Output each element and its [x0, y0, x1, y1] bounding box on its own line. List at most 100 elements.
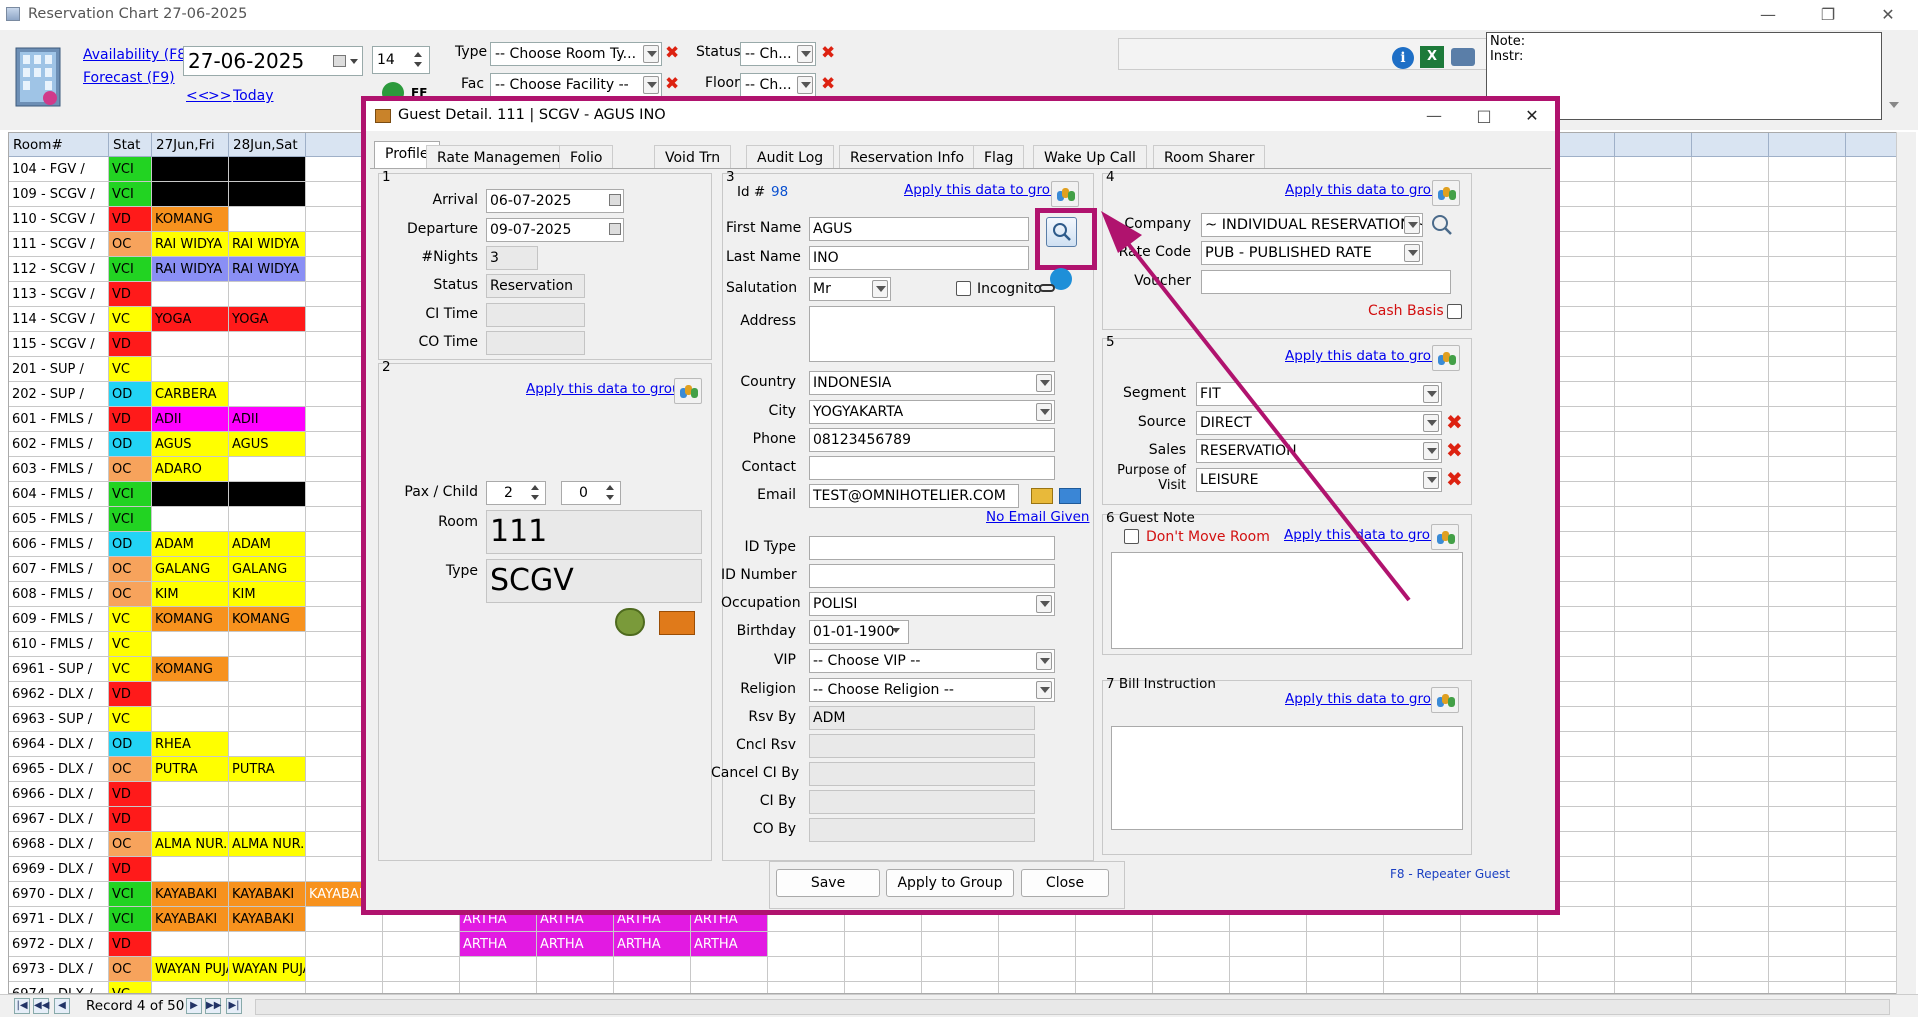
empty-cell[interactable]	[1615, 907, 1692, 932]
send-email-icon[interactable]	[1031, 488, 1053, 504]
status-cell[interactable]: OD	[109, 732, 152, 757]
room-cell[interactable]: 6968 - DLX /	[9, 832, 109, 857]
booking-cell[interactable]: KOMANG	[152, 607, 229, 632]
clear-source-icon[interactable]: ✖	[1446, 412, 1463, 432]
guest-search-button[interactable]	[1046, 217, 1077, 247]
empty-cell[interactable]	[1692, 157, 1769, 182]
empty-cell[interactable]	[1769, 207, 1846, 232]
booking-cell[interactable]	[229, 807, 306, 832]
empty-cell[interactable]	[1769, 932, 1846, 957]
empty-cell[interactable]	[1692, 357, 1769, 382]
empty-cell[interactable]	[1692, 907, 1769, 932]
empty-cell[interactable]	[691, 957, 768, 982]
empty-cell[interactable]	[1769, 857, 1846, 882]
empty-cell[interactable]	[1846, 357, 1897, 382]
contact-field[interactable]	[809, 456, 1055, 480]
empty-cell[interactable]	[1769, 882, 1846, 907]
booking-cell[interactable]	[152, 507, 229, 532]
purpose-dropdown-icon[interactable]	[1423, 471, 1439, 489]
occupation-select[interactable]: POLISI	[809, 592, 1055, 616]
room-cell[interactable]: 113 - SCGV /	[9, 282, 109, 307]
status-cell[interactable]: OC	[109, 957, 152, 982]
status-cell[interactable]: VD	[109, 857, 152, 882]
booking-cell[interactable]	[229, 657, 306, 682]
clear-floor-icon[interactable]: ✖	[821, 75, 835, 93]
occupation-dropdown-icon[interactable]	[1036, 595, 1052, 613]
booking-cell[interactable]: ADARO	[152, 457, 229, 482]
empty-cell[interactable]	[1692, 682, 1769, 707]
booking-cell[interactable]: ARTHA	[460, 932, 537, 957]
empty-cell[interactable]	[1692, 182, 1769, 207]
clear-status-icon[interactable]: ✖	[821, 44, 835, 62]
empty-cell[interactable]	[1692, 257, 1769, 282]
company-dropdown-icon[interactable]	[1404, 216, 1420, 234]
grid-header-3[interactable]: 28Jun,Sat	[229, 133, 306, 157]
empty-cell[interactable]	[1615, 182, 1692, 207]
empty-cell[interactable]	[1615, 632, 1692, 657]
status-cell[interactable]: VC	[109, 357, 152, 382]
empty-cell[interactable]	[1769, 907, 1846, 932]
apply-to-group-button[interactable]: Apply to Group	[886, 869, 1014, 897]
room-cell[interactable]: 607 - FMLS /	[9, 557, 109, 582]
empty-cell[interactable]	[1846, 382, 1897, 407]
room-cell[interactable]: 115 - SCGV /	[9, 332, 109, 357]
empty-cell[interactable]	[1615, 957, 1692, 982]
room-type-dropdown-icon[interactable]	[643, 45, 659, 63]
vip-select[interactable]: -- Choose VIP --	[809, 649, 1055, 673]
status-cell[interactable]: VC	[109, 707, 152, 732]
status-cell[interactable]: OC	[109, 832, 152, 857]
forecast-link[interactable]: Forecast (F9)	[83, 70, 175, 86]
booking-cell[interactable]	[229, 782, 306, 807]
dialog-maximize-button[interactable]: □	[1466, 103, 1502, 129]
booking-cell[interactable]	[152, 632, 229, 657]
empty-cell[interactable]	[1153, 982, 1230, 993]
booking-cell[interactable]	[152, 807, 229, 832]
booking-cell[interactable]	[152, 182, 229, 207]
booking-cell[interactable]: RAI WIDYA	[229, 232, 306, 257]
empty-cell[interactable]	[1692, 707, 1769, 732]
booking-cell[interactable]: ADII	[152, 407, 229, 432]
empty-cell[interactable]	[1692, 882, 1769, 907]
group-people-icon[interactable]	[1431, 524, 1459, 550]
booking-cell[interactable]	[229, 682, 306, 707]
empty-cell[interactable]	[383, 957, 460, 982]
booking-cell[interactable]	[152, 682, 229, 707]
group-people-icon[interactable]	[1431, 687, 1459, 713]
empty-cell[interactable]	[1846, 932, 1897, 957]
no-email-link[interactable]: No Email Given	[986, 509, 1089, 525]
section-3-apply-link[interactable]: Apply this data to group	[904, 182, 1067, 198]
booking-cell[interactable]: RAI WIDYA	[152, 257, 229, 282]
empty-cell[interactable]	[1769, 507, 1846, 532]
booking-cell[interactable]	[229, 707, 306, 732]
empty-cell[interactable]	[1692, 932, 1769, 957]
clear-purpose-icon[interactable]: ✖	[1446, 469, 1463, 489]
booking-cell[interactable]: ADAM	[152, 532, 229, 557]
empty-cell[interactable]	[614, 957, 691, 982]
booking-cell[interactable]	[229, 482, 306, 507]
status-cell[interactable]: OC	[109, 232, 152, 257]
clear-type-icon[interactable]: ✖	[665, 44, 679, 62]
room-cell[interactable]: 605 - FMLS /	[9, 507, 109, 532]
room-cell[interactable]: 606 - FMLS /	[9, 532, 109, 557]
incognito-checkbox[interactable]	[956, 281, 971, 296]
booking-cell[interactable]: CARBERA	[152, 382, 229, 407]
empty-cell[interactable]	[1846, 157, 1897, 182]
empty-cell[interactable]	[1769, 732, 1846, 757]
status-cell[interactable]: OD	[109, 382, 152, 407]
booking-cell[interactable]: RAI WIDYA	[229, 257, 306, 282]
group-people-icon[interactable]	[1051, 181, 1079, 207]
dialog-close-x-button[interactable]: ✕	[1514, 103, 1550, 129]
email-envelope-icon[interactable]	[1059, 488, 1081, 504]
empty-cell[interactable]	[1538, 932, 1615, 957]
source-dropdown-icon[interactable]	[1423, 414, 1439, 432]
booking-cell[interactable]: GALANG	[229, 557, 306, 582]
days-spin-icon[interactable]	[411, 48, 427, 72]
grid-header-1[interactable]: Stat	[109, 133, 152, 157]
empty-cell[interactable]	[691, 982, 768, 993]
empty-cell[interactable]	[1769, 532, 1846, 557]
arrival-calendar-icon[interactable]	[609, 194, 621, 206]
empty-cell[interactable]	[1846, 757, 1897, 782]
empty-cell[interactable]	[1615, 682, 1692, 707]
empty-cell[interactable]	[1615, 832, 1692, 857]
city-dropdown-icon[interactable]	[1036, 403, 1052, 421]
